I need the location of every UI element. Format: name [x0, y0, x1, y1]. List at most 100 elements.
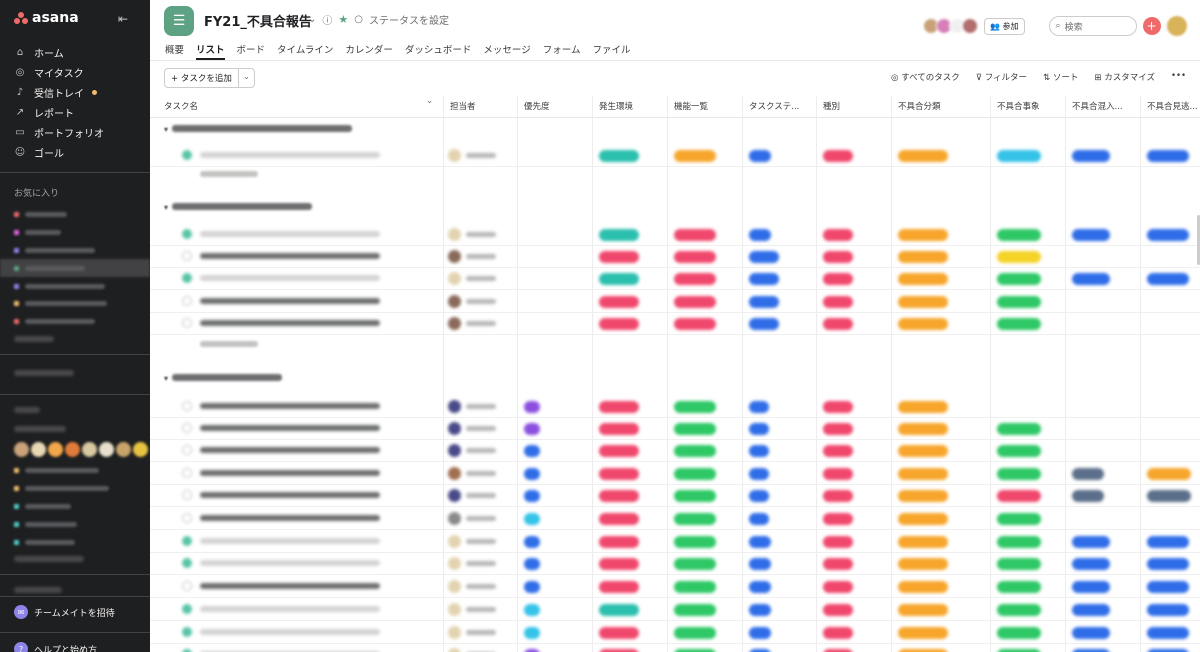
- column-header[interactable]: 不具合分類: [891, 96, 990, 118]
- tab-7[interactable]: フォーム: [543, 40, 581, 60]
- field-tag[interactable]: [1072, 581, 1110, 593]
- field-tag[interactable]: [749, 581, 771, 593]
- field-tag[interactable]: [599, 536, 639, 548]
- field-tag[interactable]: [1147, 490, 1191, 502]
- assignee-cell[interactable]: [448, 467, 496, 480]
- table-row[interactable]: [150, 268, 1200, 290]
- field-tag[interactable]: [599, 581, 639, 593]
- field-tag[interactable]: [1072, 150, 1110, 162]
- tab-2[interactable]: ボード: [237, 40, 266, 60]
- field-tag[interactable]: [823, 445, 853, 457]
- team-project[interactable]: [0, 498, 150, 516]
- sort-button[interactable]: ⇅ ソート: [1043, 71, 1078, 83]
- field-tag[interactable]: [524, 581, 540, 593]
- assignee-cell[interactable]: [448, 317, 496, 330]
- field-tag[interactable]: [997, 150, 1041, 162]
- field-tag[interactable]: [997, 318, 1041, 330]
- task-cell[interactable]: [182, 229, 390, 239]
- field-tag[interactable]: [823, 423, 853, 435]
- tab-8[interactable]: ファイル: [592, 40, 630, 60]
- field-tag[interactable]: [1072, 468, 1104, 480]
- field-tag[interactable]: [524, 513, 540, 525]
- field-tag[interactable]: [823, 558, 853, 570]
- complete-check-icon[interactable]: [182, 401, 192, 411]
- set-status-button[interactable]: ステータスを設定: [369, 12, 449, 27]
- task-cell[interactable]: [182, 445, 390, 455]
- field-tag[interactable]: [997, 273, 1041, 285]
- user-avatar[interactable]: [1166, 16, 1187, 36]
- add-task-row[interactable]: [200, 170, 400, 188]
- field-tag[interactable]: [599, 604, 639, 616]
- field-tag[interactable]: [997, 490, 1041, 502]
- field-tag[interactable]: [599, 401, 639, 413]
- field-tag[interactable]: [599, 296, 639, 308]
- field-tag[interactable]: [1072, 604, 1110, 616]
- table-row[interactable]: [150, 313, 1200, 335]
- field-tag[interactable]: [898, 318, 948, 330]
- field-tag[interactable]: [997, 604, 1041, 616]
- assignee-cell[interactable]: [448, 580, 496, 593]
- collapse-sidebar-icon[interactable]: ⇤: [118, 12, 128, 26]
- column-header[interactable]: 機能一覧: [667, 96, 742, 118]
- table-row[interactable]: [150, 553, 1200, 575]
- field-tag[interactable]: [749, 627, 771, 639]
- complete-check-icon[interactable]: [182, 296, 192, 306]
- field-tag[interactable]: [823, 150, 853, 162]
- sidebar-item-portfolio[interactable]: ▭ ポートフォリオ: [0, 122, 150, 142]
- field-tag[interactable]: [823, 536, 853, 548]
- field-tag[interactable]: [1072, 490, 1104, 502]
- field-tag[interactable]: [823, 604, 853, 616]
- show-more-link[interactable]: [14, 336, 54, 342]
- sidebar-item-check-circle[interactable]: ◎ マイタスク: [0, 62, 150, 82]
- task-cell[interactable]: [182, 536, 390, 546]
- task-cell[interactable]: [182, 150, 390, 160]
- field-tag[interactable]: [749, 296, 779, 308]
- field-tag[interactable]: [749, 604, 771, 616]
- field-tag[interactable]: [524, 468, 540, 480]
- column-header[interactable]: 種別: [816, 96, 891, 118]
- team-project[interactable]: [0, 480, 150, 498]
- field-tag[interactable]: [674, 490, 716, 502]
- assignee-cell[interactable]: [448, 626, 496, 639]
- field-tag[interactable]: [997, 251, 1041, 263]
- favorite-project[interactable]: [0, 242, 150, 260]
- field-tag[interactable]: [823, 468, 853, 480]
- assignee-cell[interactable]: [448, 603, 496, 616]
- field-tag[interactable]: [674, 468, 716, 480]
- assignee-cell[interactable]: [448, 295, 496, 308]
- sidebar-item-home[interactable]: ⌂ ホーム: [0, 42, 150, 62]
- assignee-cell[interactable]: [448, 149, 496, 162]
- table-row[interactable]: [150, 145, 1200, 167]
- chevron-down-icon[interactable]: ⌄: [308, 14, 316, 25]
- field-tag[interactable]: [823, 273, 853, 285]
- field-tag[interactable]: [674, 423, 716, 435]
- field-tag[interactable]: [599, 251, 639, 263]
- task-cell[interactable]: [182, 490, 390, 500]
- field-tag[interactable]: [823, 513, 853, 525]
- field-tag[interactable]: [1147, 627, 1189, 639]
- team-project[interactable]: [0, 515, 150, 533]
- field-tag[interactable]: [997, 468, 1041, 480]
- field-tag[interactable]: [749, 401, 769, 413]
- asana-logo[interactable]: asana: [14, 10, 79, 26]
- assignee-cell[interactable]: [448, 557, 496, 570]
- field-tag[interactable]: [674, 401, 716, 413]
- column-header[interactable]: タスク名: [150, 96, 443, 118]
- section-header[interactable]: ▾: [150, 121, 1200, 141]
- task-cell[interactable]: [182, 604, 390, 614]
- table-row[interactable]: [150, 246, 1200, 268]
- team-project[interactable]: [0, 462, 150, 480]
- complete-check-icon[interactable]: [182, 536, 192, 546]
- field-tag[interactable]: [524, 445, 540, 457]
- sidebar-item-person[interactable]: ☺ ゴール: [0, 142, 150, 162]
- field-tag[interactable]: [599, 273, 639, 285]
- field-tag[interactable]: [749, 513, 769, 525]
- field-tag[interactable]: [1147, 536, 1189, 548]
- field-tag[interactable]: [674, 627, 716, 639]
- field-tag[interactable]: [898, 468, 948, 480]
- favorite-project[interactable]: [0, 277, 150, 295]
- field-tag[interactable]: [1072, 536, 1110, 548]
- field-tag[interactable]: [1072, 273, 1110, 285]
- column-header[interactable]: 不具合混入...: [1065, 96, 1140, 118]
- assignee-cell[interactable]: [448, 228, 496, 241]
